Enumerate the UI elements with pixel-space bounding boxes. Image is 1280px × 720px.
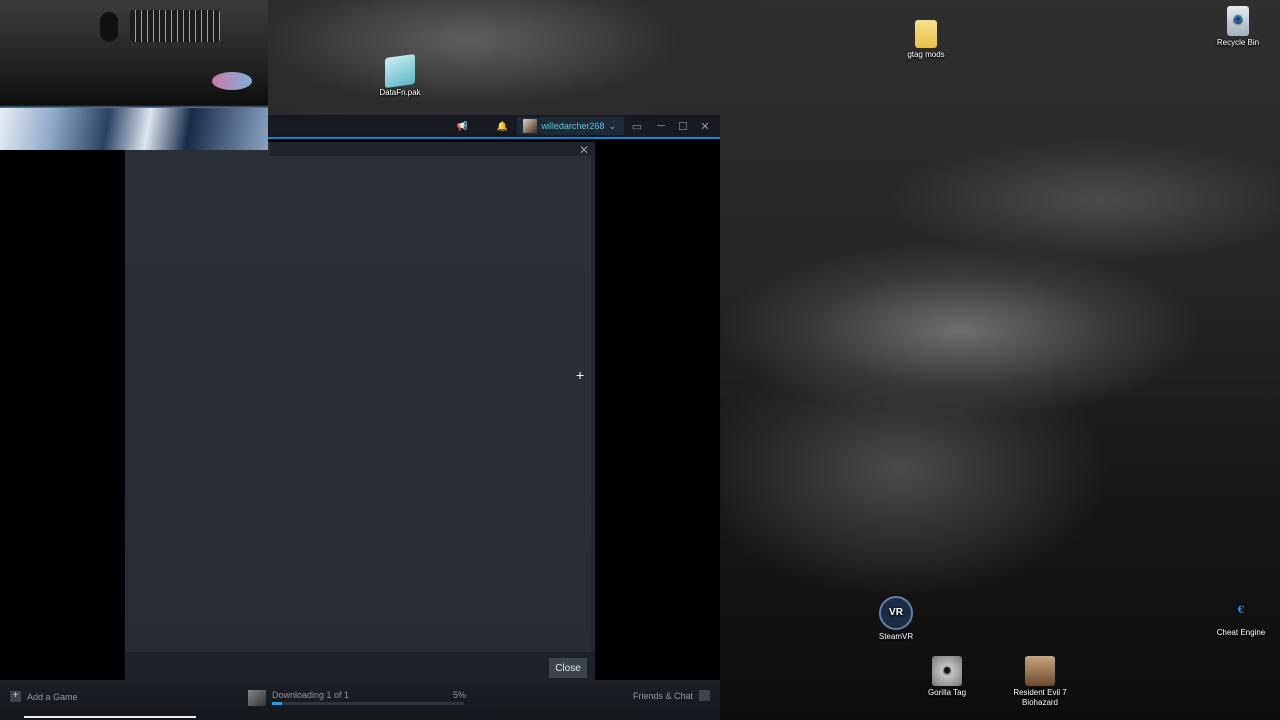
steam-window: 📢 🔔 willedarcher268 ⌄ ▭ ─ ☐ ✕ ✕ + Close … (0, 115, 720, 720)
desktop-icon-recycle-bin[interactable]: ♻ Recycle Bin (1200, 6, 1276, 48)
steam-titlebar: 📢 🔔 willedarcher268 ⌄ ▭ ─ ☐ ✕ (268, 115, 720, 137)
add-game-button[interactable]: + Add a Game (10, 691, 78, 702)
download-game-thumbnail[interactable] (248, 690, 266, 706)
download-status[interactable]: Downloading 1 of 1 (272, 690, 349, 700)
desktop-icon-label: DataFn.pak (379, 88, 421, 97)
desktop-icon-label: Resident Evil 7 Biohazard (1013, 688, 1067, 707)
dialog-close-icon[interactable]: ✕ (579, 143, 589, 157)
webcam-mouse (100, 12, 118, 42)
dialog-header: ✕ (270, 142, 595, 157)
desktop-icon-resident-evil-7[interactable]: Resident Evil 7 Biohazard (1002, 656, 1078, 708)
desktop-icon-gorilla-tag[interactable]: ☻ Gorilla Tag (909, 656, 985, 698)
dialog-content (125, 156, 591, 652)
desktop-icon-label: Gorilla Tag (927, 688, 967, 697)
close-button[interactable]: Close (549, 658, 587, 678)
desktop-icon-gtag-mods[interactable]: gtag mods (888, 20, 964, 60)
modal-dialog: ✕ + Close (125, 142, 595, 690)
desktop-icon-label: Recycle Bin (1216, 38, 1260, 47)
dialog-scrollbar[interactable] (591, 156, 595, 652)
desktop-icon-datafn[interactable]: DataFn.pak (362, 53, 438, 98)
account-menu[interactable]: willedarcher268 ⌄ (517, 117, 624, 135)
webcam-object (212, 72, 252, 90)
announcements-icon[interactable]: 📢 (447, 115, 477, 137)
titlebar-spacer (477, 115, 487, 137)
notifications-bell-icon[interactable]: 🔔 (487, 115, 517, 137)
maximize-button[interactable]: ☐ (672, 115, 694, 137)
folder-icon (915, 20, 937, 48)
desktop-icon-label: gtag mods (907, 50, 945, 59)
recycle-bin-icon: ♻ (1227, 6, 1249, 36)
cheat-engine-icon: € (1237, 605, 1245, 616)
plus-icon: + (10, 691, 21, 702)
steamvr-icon: VR (879, 596, 913, 630)
taskbar-indicator (24, 716, 196, 718)
account-name: willedarcher268 (541, 121, 605, 131)
file-icon (385, 53, 415, 89)
add-game-label: Add a Game (27, 691, 78, 702)
webcam-mousepad (0, 108, 268, 150)
download-progress-bar (272, 702, 464, 705)
close-window-button[interactable]: ✕ (694, 115, 716, 137)
download-progress-fill (272, 702, 282, 705)
avatar (523, 119, 538, 133)
friends-chat-label: Friends & Chat (632, 690, 693, 701)
desktop-icon-steamvr[interactable]: VR SteamVR (858, 596, 934, 642)
mouse-cursor-crosshair: + (576, 367, 585, 383)
desktop-icon-label: Cheat Engine (1216, 628, 1266, 637)
webcam-overlay (0, 0, 268, 150)
chevron-down-icon: ⌄ (608, 120, 616, 131)
big-picture-icon[interactable]: ▭ (624, 115, 650, 137)
minimize-button[interactable]: ─ (650, 115, 672, 137)
steam-bottom-bar: + Add a Game Downloading 1 of 1 5% Frien… (0, 680, 720, 720)
friends-chat-button[interactable]: Friends & Chat (633, 690, 710, 701)
download-percent: 5% (453, 690, 467, 700)
webcam-keyboard (130, 10, 220, 42)
friends-chat-icon (699, 690, 710, 701)
desktop-icon-label: SteamVR (878, 632, 914, 641)
desktop-icon-cheat-engine[interactable]: € Cheat Engine (1203, 596, 1279, 638)
gorilla-tag-icon: ☻ (932, 656, 962, 686)
resident-evil-icon (1025, 656, 1055, 686)
